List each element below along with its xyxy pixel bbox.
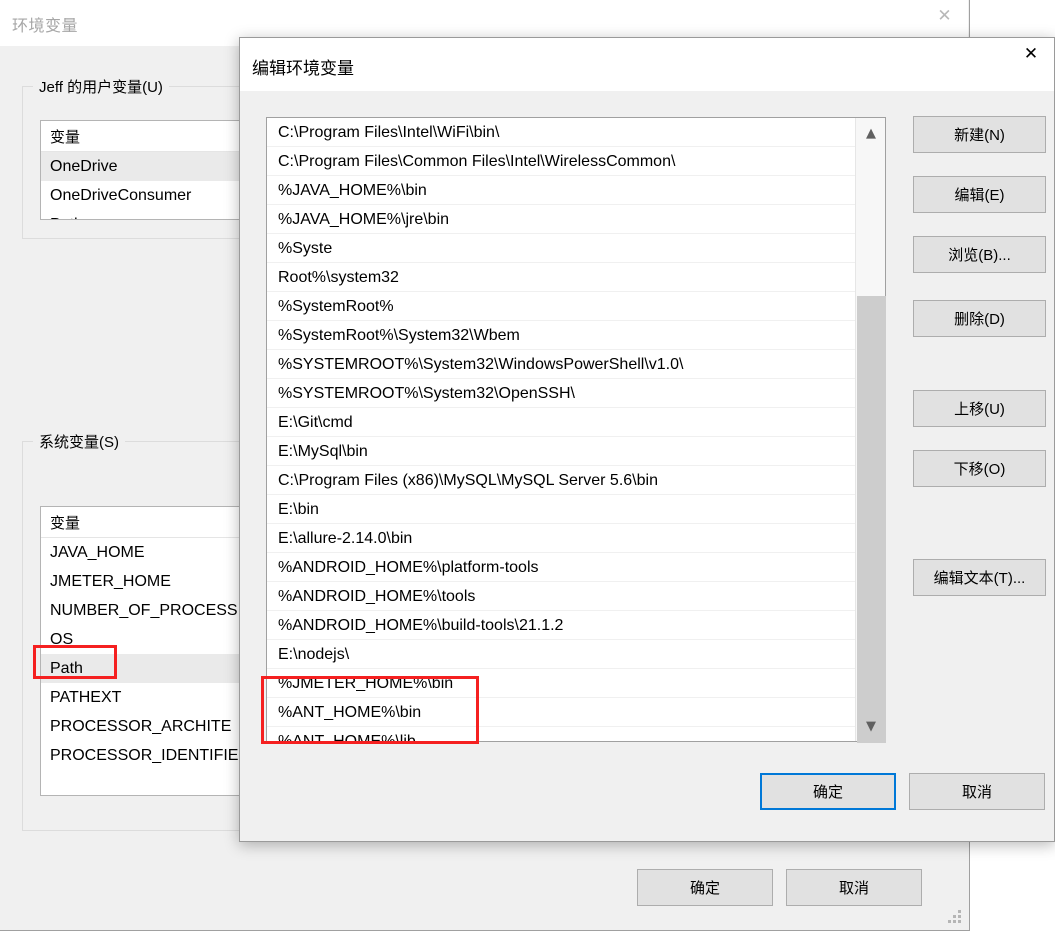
system-variables-legend: 系统变量(S) <box>33 431 125 452</box>
path-entry[interactable]: %ANDROID_HOME%\tools <box>267 582 855 611</box>
browse-button[interactable]: 浏览(B)... <box>913 236 1046 273</box>
path-entry[interactable]: C:\Program Files\Common Files\Intel\Wire… <box>267 147 855 176</box>
delete-button[interactable]: 删除(D) <box>913 300 1046 337</box>
path-list-scrollbar[interactable]: ▲ ▼ <box>855 118 886 743</box>
path-entry[interactable]: %ANT_HOME%\bin <box>267 698 855 727</box>
move-down-button[interactable]: 下移(O) <box>913 450 1046 487</box>
chevron-up-icon[interactable]: ▲ <box>856 118 886 148</box>
cancel-button[interactable]: 取消 <box>786 869 922 906</box>
edit-dialog-title: 编辑环境变量 <box>252 59 354 78</box>
screen-root: 环境变量 ✕ Jeff 的用户变量(U) 变量 OneDrive OneDriv… <box>0 0 1055 931</box>
resize-grip-icon[interactable] <box>948 910 961 923</box>
path-entry[interactable]: %ANDROID_HOME%\platform-tools <box>267 553 855 582</box>
path-entries-rows: C:\Program Files\Intel\WiFi\bin\ C:\Prog… <box>267 118 855 741</box>
path-entry[interactable]: %SYSTEMROOT%\System32\OpenSSH\ <box>267 379 855 408</box>
close-icon[interactable]: ✕ <box>1008 38 1054 70</box>
path-entry[interactable]: E:\allure-2.14.0\bin <box>267 524 855 553</box>
edit-environment-variable-dialog: 编辑环境变量 ✕ C:\Program Files\Intel\WiFi\bin… <box>239 37 1055 842</box>
close-icon[interactable]: ✕ <box>921 0 968 32</box>
ok-button[interactable]: 确定 <box>760 773 896 810</box>
cancel-button[interactable]: 取消 <box>909 773 1045 810</box>
path-entry[interactable]: E:\MySql\bin <box>267 437 855 466</box>
path-entry[interactable]: E:\nodejs\ <box>267 640 855 669</box>
new-button[interactable]: 新建(N) <box>913 116 1046 153</box>
path-entry[interactable]: E:\Git\cmd <box>267 408 855 437</box>
path-entry[interactable]: %ANT_HOME%\lib <box>267 727 855 741</box>
path-entry[interactable]: %ANDROID_HOME%\build-tools\21.1.2 <box>267 611 855 640</box>
path-entry[interactable]: %Syste <box>267 234 855 263</box>
path-entry[interactable]: %JAVA_HOME%\bin <box>267 176 855 205</box>
path-entry[interactable]: %JAVA_HOME%\jre\bin <box>267 205 855 234</box>
user-variables-legend: Jeff 的用户变量(U) <box>33 76 169 97</box>
scrollbar-thumb[interactable] <box>857 296 886 743</box>
edit-text-button[interactable]: 编辑文本(T)... <box>913 559 1046 596</box>
path-entry[interactable]: %SystemRoot% <box>267 292 855 321</box>
edit-button[interactable]: 编辑(E) <box>913 176 1046 213</box>
chevron-down-icon[interactable]: ▼ <box>856 711 886 741</box>
path-entry[interactable]: %JMETER_HOME%\bin <box>267 669 855 698</box>
path-entry[interactable]: %SystemRoot%\System32\Wbem <box>267 321 855 350</box>
path-entries-listbox[interactable]: C:\Program Files\Intel\WiFi\bin\ C:\Prog… <box>266 117 886 743</box>
path-entry[interactable]: C:\Program Files (x86)\MySQL\MySQL Serve… <box>267 466 855 495</box>
environment-variables-title: 环境变量 <box>12 18 79 35</box>
path-entry[interactable]: E:\bin <box>267 495 855 524</box>
path-entry[interactable]: %SYSTEMROOT%\System32\WindowsPowerShell\… <box>267 350 855 379</box>
path-entry[interactable]: Root%\system32 <box>267 263 855 292</box>
move-up-button[interactable]: 上移(U) <box>913 390 1046 427</box>
path-entry[interactable]: C:\Program Files\Intel\WiFi\bin\ <box>267 118 855 147</box>
edit-dialog-titlebar: 编辑环境变量 ✕ <box>240 38 1054 91</box>
ok-button[interactable]: 确定 <box>637 869 773 906</box>
